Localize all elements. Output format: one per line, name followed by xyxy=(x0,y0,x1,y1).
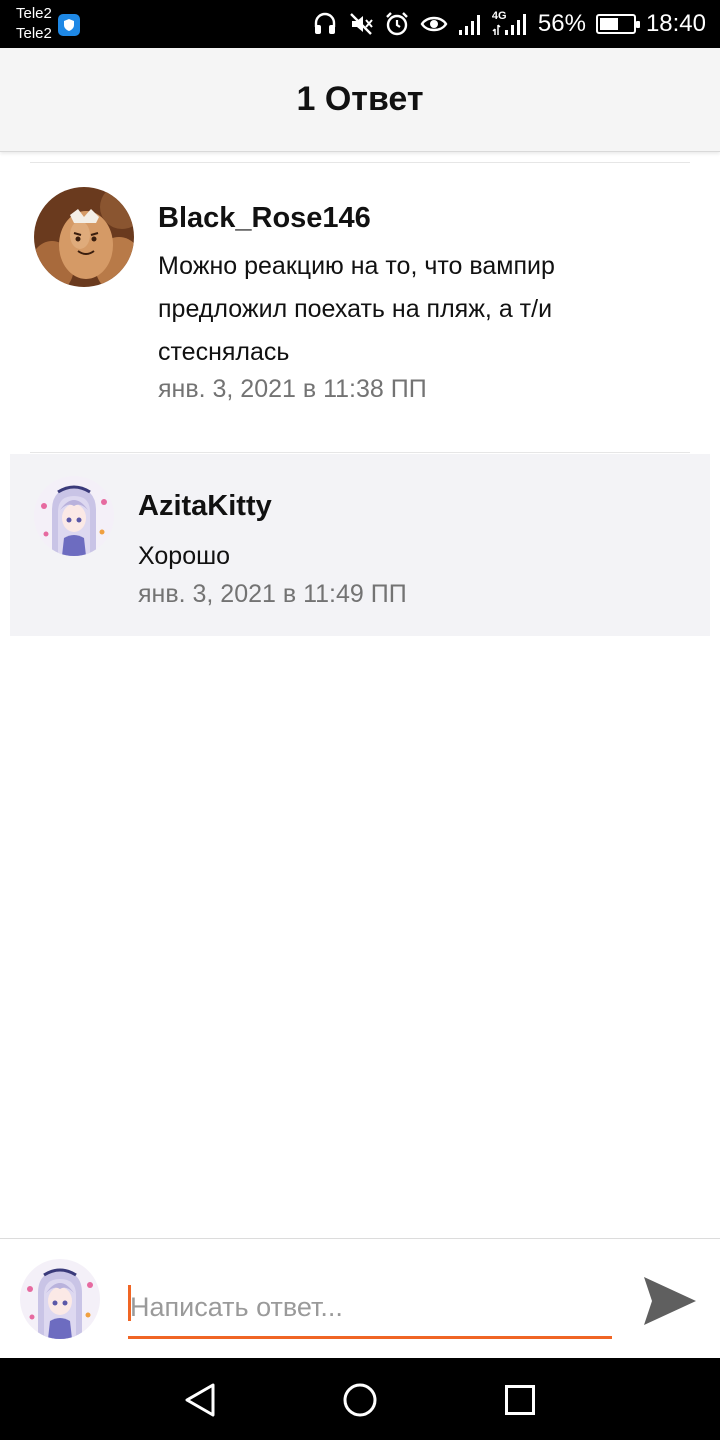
carrier-labels: Tele2 Tele2 xyxy=(16,4,52,44)
home-button[interactable] xyxy=(336,1376,384,1424)
comment-author[interactable]: AzitaKitty xyxy=(138,490,272,523)
mute-icon xyxy=(350,13,373,35)
comment-timestamp: янв. 3, 2021 в 11:49 ПП xyxy=(138,580,407,608)
page-header: 1 Ответ xyxy=(0,48,720,152)
recents-button[interactable] xyxy=(496,1376,544,1424)
battery-fill xyxy=(599,18,618,30)
current-user-avatar xyxy=(20,1259,100,1339)
home-icon xyxy=(343,1383,377,1417)
headphones-icon xyxy=(314,12,336,34)
send-button[interactable] xyxy=(638,1269,702,1333)
comment-text: Можно реакцию на то, что вампир предложи… xyxy=(158,252,555,366)
send-icon xyxy=(644,1277,696,1325)
egg-avatar[interactable] xyxy=(34,187,134,287)
comment-author[interactable]: Black_Rose146 xyxy=(158,202,371,235)
anime-girl-avatar[interactable] xyxy=(34,476,114,556)
clock: 18:40 xyxy=(645,10,706,37)
alarm-icon xyxy=(386,12,408,36)
comment-item: Black_Rose146 Можно реакцию на то, что в… xyxy=(0,162,720,452)
page-title: 1 Ответ xyxy=(296,80,424,118)
vpn-shield-icon xyxy=(58,14,80,36)
system-nav-bar xyxy=(0,1358,720,1440)
recents-icon xyxy=(505,1385,535,1415)
comment-timestamp: янв. 3, 2021 в 11:38 ПП xyxy=(158,375,427,403)
comment-divider xyxy=(30,452,690,453)
reply-input[interactable] xyxy=(128,1279,612,1335)
carrier-2: Tele2 xyxy=(16,25,52,42)
status-icons: 4G 56% 18:40 xyxy=(312,0,706,48)
reply-item: AzitaKitty Хорошо янв. 3, 2021 в 11:49 П… xyxy=(10,454,710,636)
reply-composer xyxy=(0,1238,720,1358)
comment-text: Хорошо xyxy=(138,542,231,570)
back-button[interactable] xyxy=(176,1376,224,1424)
reply-input-wrapper xyxy=(128,1279,612,1339)
eye-icon xyxy=(420,16,448,32)
signal-icon xyxy=(458,15,480,35)
battery-percent: 56% xyxy=(537,10,586,37)
carrier-1: Tele2 xyxy=(16,5,52,22)
back-icon xyxy=(185,1383,215,1417)
status-bar: Tele2 Tele2 4G 56% 18:40 xyxy=(0,0,720,48)
battery-icon xyxy=(595,14,640,34)
signal-4g-icon: 4G xyxy=(492,10,528,37)
